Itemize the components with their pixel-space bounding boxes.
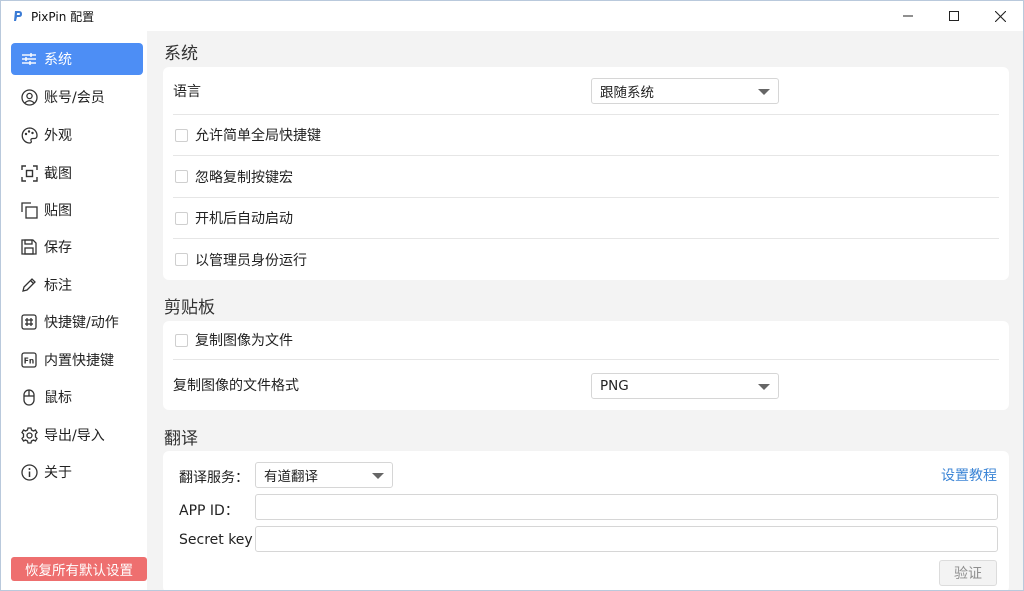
option-row: 复制图像为文件 xyxy=(173,321,999,360)
sidebar-item-export-import[interactable]: 导出/导入 xyxy=(11,419,143,451)
setup-tutorial-link[interactable]: 设置教程 xyxy=(941,465,997,485)
format-row: 复制图像的文件格式 xyxy=(173,360,999,410)
settings-window: PixPin 配置 系统 账号/会员 外观 截图 贴图 保存 标注 快捷键/动作… xyxy=(0,0,1024,591)
translate-service-value: 有道翻译 xyxy=(264,469,318,485)
sidebar-item-about[interactable]: 关于 xyxy=(11,456,143,488)
restore-defaults-button[interactable]: 恢复所有默认设置 xyxy=(11,557,147,581)
clipboard-card: 复制图像为文件 复制图像的文件格式 PNG xyxy=(163,321,1009,410)
option-label: 允许简单全局快捷键 xyxy=(195,128,321,144)
verify-button[interactable]: 验证 xyxy=(939,560,997,586)
simple-global-hotkey-checkbox[interactable] xyxy=(175,128,188,142)
maximize-icon xyxy=(949,11,959,21)
option-label: 以管理员身份运行 xyxy=(195,252,307,269)
sidebar-item-label: 鼠标 xyxy=(44,390,72,406)
sidebar-item-label: 账号/会员 xyxy=(44,90,105,106)
sidebar-item-label: 导出/导入 xyxy=(44,428,105,444)
language-select[interactable]: 跟随系统 xyxy=(591,78,779,104)
option-row: 忽略复制按键宏 xyxy=(173,156,999,198)
sidebar-item-mouse[interactable]: 鼠标 xyxy=(11,381,143,413)
copy-image-as-file-checkbox[interactable] xyxy=(175,333,188,347)
chevron-down-icon xyxy=(758,384,770,390)
option-label: 开机后自动启动 xyxy=(195,211,293,227)
chevron-down-icon xyxy=(372,473,384,479)
svg-text:Fn: Fn xyxy=(24,357,34,366)
section-title-translate: 翻译 xyxy=(164,429,198,449)
chevron-down-icon xyxy=(758,89,770,95)
gear-icon xyxy=(20,426,38,444)
run-as-admin-checkbox[interactable] xyxy=(175,253,188,266)
format-label: 复制图像的文件格式 xyxy=(173,378,299,394)
sidebar-item-label: 关于 xyxy=(44,465,72,481)
sidebar-item-label: 保存 xyxy=(44,240,72,256)
sidebar-item-hotkeys[interactable]: 快捷键/动作 xyxy=(11,306,143,338)
language-select-value: 跟随系统 xyxy=(600,85,654,101)
system-card: 语言 跟随系统 允许简单全局快捷键 忽略复制按键宏 开机后自动启动 以管理员身份… xyxy=(163,67,1009,280)
section-title-system: 系统 xyxy=(164,44,198,64)
language-label: 语言 xyxy=(173,83,201,100)
screenshot-icon xyxy=(20,164,38,182)
option-row: 开机后自动启动 xyxy=(173,198,999,239)
sidebar-item-label: 贴图 xyxy=(44,203,72,219)
sidebar-item-label: 标注 xyxy=(44,278,72,294)
sidebar-item-annotate[interactable]: 标注 xyxy=(11,269,143,301)
maximize-button[interactable] xyxy=(931,1,977,31)
ignore-copy-macro-checkbox[interactable] xyxy=(175,170,188,183)
window-title: PixPin 配置 xyxy=(31,9,95,24)
section-title-clipboard: 剪贴板 xyxy=(164,298,215,318)
minimize-icon xyxy=(903,15,913,17)
sidebar-item-label: 截图 xyxy=(44,166,72,182)
sidebar-item-label: 系统 xyxy=(44,52,72,68)
sidebar-item-pin[interactable]: 贴图 xyxy=(11,194,143,226)
sidebar-item-appearance[interactable]: 外观 xyxy=(11,119,143,151)
secret-key-label: Secret key xyxy=(179,532,253,548)
image-format-select-value: PNG xyxy=(600,378,629,394)
pin-image-icon xyxy=(20,201,38,219)
option-row: 以管理员身份运行 xyxy=(173,239,999,280)
palette-icon xyxy=(20,126,38,144)
sidebar-item-system[interactable]: 系统 xyxy=(11,43,143,75)
info-icon xyxy=(20,463,38,481)
sidebar: 系统 账号/会员 外观 截图 贴图 保存 标注 快捷键/动作 Fn 内置快捷键 … xyxy=(1,31,147,590)
sidebar-item-screenshot[interactable]: 截图 xyxy=(11,157,143,189)
translate-service-select[interactable]: 有道翻译 xyxy=(255,462,393,488)
secret-key-input[interactable] xyxy=(255,526,998,552)
hotkey-icon xyxy=(20,313,38,331)
app-logo-icon xyxy=(11,9,25,23)
sidebar-item-builtin-hotkeys[interactable]: Fn 内置快捷键 xyxy=(11,344,143,376)
option-row: 允许简单全局快捷键 xyxy=(173,115,999,156)
minimize-button[interactable] xyxy=(885,1,931,31)
translate-card: 翻译服务： 有道翻译 设置教程 APP ID： Secret key 验证 xyxy=(163,451,1009,590)
user-icon xyxy=(20,88,38,106)
sidebar-item-account[interactable]: 账号/会员 xyxy=(11,81,143,113)
save-icon xyxy=(20,238,38,256)
fn-key-icon: Fn xyxy=(20,351,38,369)
sidebar-item-label: 外观 xyxy=(44,128,72,144)
language-row: 语言 xyxy=(173,67,999,115)
option-label: 忽略复制按键宏 xyxy=(195,169,293,186)
close-icon xyxy=(994,10,1006,22)
pencil-icon xyxy=(20,276,38,294)
title-bar: PixPin 配置 xyxy=(1,1,1023,31)
window-controls xyxy=(885,1,1023,31)
settings-content: 系统 语言 跟随系统 允许简单全局快捷键 忽略复制按键宏 开机后自动启动 以管理… xyxy=(147,31,1023,590)
sidebar-item-label: 快捷键/动作 xyxy=(44,315,119,331)
close-button[interactable] xyxy=(977,1,1023,31)
app-id-input[interactable] xyxy=(255,494,998,520)
sliders-icon xyxy=(20,50,38,68)
app-id-label: APP ID： xyxy=(179,503,239,519)
translate-service-label: 翻译服务： xyxy=(179,470,249,486)
sidebar-item-save[interactable]: 保存 xyxy=(11,231,143,263)
auto-start-checkbox[interactable] xyxy=(175,211,188,225)
sidebar-item-label: 内置快捷键 xyxy=(44,353,114,369)
option-label: 复制图像为文件 xyxy=(195,333,293,349)
mouse-icon xyxy=(20,388,38,406)
image-format-select[interactable]: PNG xyxy=(591,373,779,399)
